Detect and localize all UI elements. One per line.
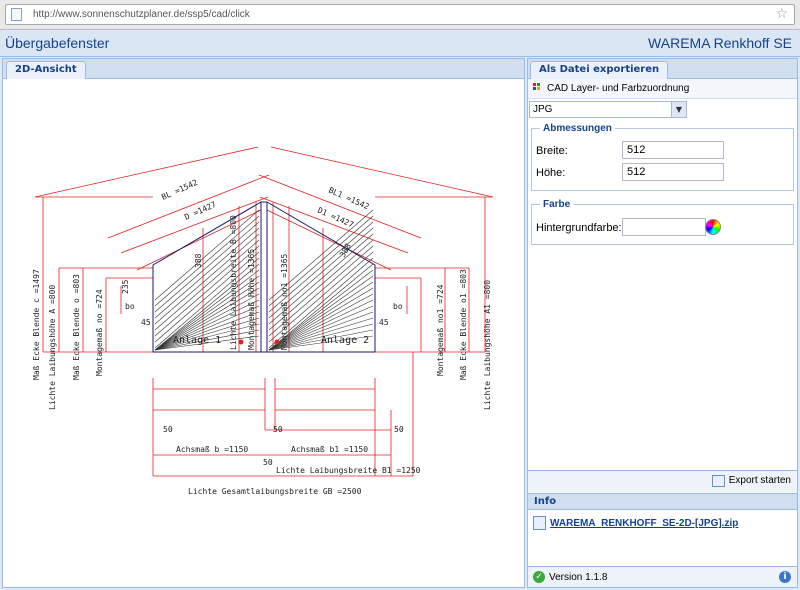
marker-dot	[238, 339, 244, 345]
height-input[interactable]: 512	[622, 163, 724, 181]
width-label: Breite:	[536, 145, 568, 157]
hatch-line	[154, 227, 260, 319]
export-row: Export starten	[528, 470, 797, 492]
info-icon[interactable]: i	[779, 571, 791, 583]
layer-mapping-label: CAD Layer- und Farbzuordnung	[547, 83, 690, 94]
dim-50-right: 50	[394, 425, 404, 434]
dim-a: Lichte Laibungshöhe A =800	[48, 285, 57, 410]
dim-bo1: bo	[393, 302, 403, 311]
export-icon	[711, 475, 725, 487]
chevron-down-icon[interactable]: ▼	[671, 102, 686, 117]
dim-bl: BL =1542	[160, 178, 199, 202]
layer-icon	[533, 83, 543, 93]
dim-diag-l: 388	[194, 253, 203, 268]
dim-o: Maß Ecke Blende o =803	[72, 274, 81, 380]
label-anlage-2: Anlage 2	[321, 335, 369, 346]
height-label: Höhe:	[536, 167, 566, 179]
version-label: Version 1.1.8	[549, 572, 608, 583]
dim-gb: Lichte Gesamtlaibungsbreite GB =2500	[188, 487, 362, 496]
format-value: JPG	[533, 104, 553, 115]
dim-bl1: BL1 =1542	[327, 186, 370, 212]
export-start-label: Export starten	[728, 475, 791, 486]
download-link[interactable]: WAREMA_RENKHOFF_SE-2D-[JPG].zip	[550, 518, 738, 529]
bookmark-star-icon[interactable]: ☆	[775, 6, 788, 22]
hatch-line	[154, 233, 260, 325]
background-color-label: Hintergrundfarbe:	[536, 222, 622, 234]
hatch-line	[154, 221, 260, 313]
dim-achsmass-b1: Achsmaß b1 =1150	[291, 445, 368, 454]
tab-export-file[interactable]: Als Datei exportieren	[530, 61, 669, 79]
dim-235: 235	[121, 279, 130, 294]
browser-address-bar: http://www.sonnenschutzplaner.de/ssp5/ca…	[0, 0, 800, 30]
brand-name: WAREMA Renkhoff SE	[648, 35, 792, 51]
zip-file-icon	[533, 516, 546, 530]
window-header: Übergabefenster WAREMA Renkhoff SE	[0, 31, 800, 57]
info-header: Info	[528, 493, 797, 510]
export-tabstrip: Als Datei exportieren	[528, 59, 797, 79]
check-icon: ✓	[533, 571, 545, 583]
dim-c: Maß Ecke Blende c =1497	[32, 269, 41, 380]
dim-achsmass-b: Achsmaß b =1150	[176, 445, 248, 454]
label-anlage-1: Anlage 1	[173, 335, 221, 346]
url-text: http://www.sonnenschutzplaner.de/ssp5/ca…	[33, 9, 250, 20]
color-legend: Farbe	[543, 199, 571, 210]
page-icon	[11, 8, 22, 21]
url-field[interactable]: http://www.sonnenschutzplaner.de/ssp5/ca…	[5, 4, 795, 25]
dim-lb: Lichte Laibungsbreite B =800	[229, 215, 238, 350]
dim-o1: Maß Ecke Blende o1 =803	[459, 269, 468, 380]
dim-no: Montagemaß no =724	[95, 289, 104, 376]
width-input[interactable]: 512	[622, 141, 724, 159]
dim-50-left: 50	[163, 425, 173, 434]
background-color-input[interactable]	[622, 218, 706, 236]
window-title: Übergabefenster	[5, 35, 110, 51]
dim-mh: Montagemaß Höhe =1365	[247, 249, 256, 350]
export-start-button[interactable]: Export starten	[711, 475, 791, 487]
view-tabstrip: 2D-Ansicht	[3, 59, 524, 79]
layer-mapping-row[interactable]: CAD Layer- und Farbzuordnung	[528, 79, 797, 99]
dim-mh1: Montagemaß no1 =1365	[280, 253, 289, 350]
view-panel: 2D-Ansicht Anlage 1 Anlage 2 BL =1542 D …	[2, 58, 525, 588]
status-bar: ✓ Version 1.1.8 i	[528, 566, 797, 587]
dimensions-legend: Abmessungen	[543, 123, 612, 134]
dim-no1: Montagemaß no1 =724	[436, 284, 445, 376]
cad-drawing-svg: Anlage 1 Anlage 2 BL =1542 D =1427 BL1 =…	[32, 146, 494, 496]
dim-bo: bo	[125, 302, 135, 311]
dim-b1: Lichte Laibungsbreite B1 =1250	[276, 466, 421, 475]
dim-50-mid: 50	[263, 458, 273, 467]
format-select[interactable]: JPG ▼	[529, 101, 687, 118]
dim-45-left: 45	[141, 318, 151, 327]
export-panel: Als Datei exportieren CAD Layer- und Far…	[527, 58, 798, 588]
color-picker-icon[interactable]	[705, 219, 721, 235]
dim-a1: Lichte Laibungshöhe A1 =800	[483, 280, 492, 410]
dim-50-center: 50	[273, 425, 283, 434]
tab-2d-view[interactable]: 2D-Ansicht	[6, 61, 86, 79]
cad-drawing: Anlage 1 Anlage 2 BL =1542 D =1427 BL1 =…	[3, 80, 524, 587]
marker-dot	[274, 339, 280, 345]
dim-45-right: 45	[379, 318, 389, 327]
